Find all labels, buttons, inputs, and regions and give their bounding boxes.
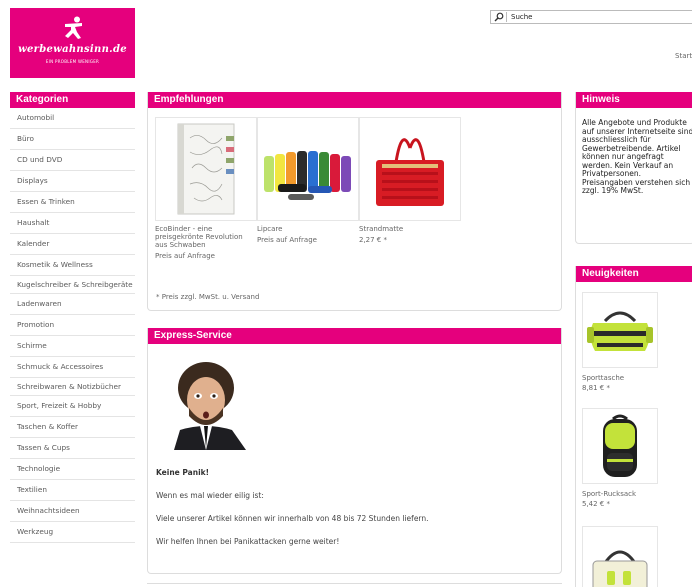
product-image[interactable]: [155, 117, 257, 221]
category-item[interactable]: Weihnachtsideen: [10, 501, 135, 522]
product-card[interactable]: EcoBinder - eine preisgekrönte Revolutio…: [155, 117, 257, 260]
category-item[interactable]: Schreibwaren & Notizbücher: [10, 378, 135, 396]
category-item[interactable]: Haushalt: [10, 213, 135, 234]
logo-figure-icon: [65, 16, 82, 39]
search-icon[interactable]: [494, 12, 504, 22]
product-card[interactable]: Lipcare Preis auf Anfrage: [257, 117, 359, 244]
product-price: Preis auf Anfrage: [155, 252, 215, 260]
search-divider: [506, 12, 507, 22]
express-title: Express-Service: [148, 328, 561, 344]
search-input[interactable]: [511, 12, 691, 22]
news-item-name[interactable]: Sport-Rucksack: [582, 490, 658, 498]
category-item[interactable]: CD und DVD: [10, 150, 135, 171]
start-link[interactable]: Start: [675, 52, 692, 60]
express-line: Wenn es mal wieder eilig ist:: [156, 491, 264, 500]
category-item[interactable]: Technologie: [10, 459, 135, 480]
category-item[interactable]: Kugelschreiber & Schreibgeräte: [10, 276, 135, 294]
category-item[interactable]: Kosmetik & Wellness: [10, 255, 135, 276]
category-item[interactable]: Automobil: [10, 108, 135, 129]
category-item[interactable]: Displays: [10, 171, 135, 192]
backpack-image: [603, 414, 637, 477]
category-list: Automobil Büro CD und DVD Displays Essen…: [10, 108, 135, 543]
product-price: 2,27 € *: [359, 236, 387, 244]
category-item[interactable]: Werkzeug: [10, 522, 135, 543]
express-text: Keine Panik! Wenn es mal wieder eilig is…: [156, 468, 429, 560]
category-item[interactable]: Promotion: [10, 315, 135, 336]
recommendations-title: Empfehlungen: [148, 92, 561, 108]
news-image[interactable]: [582, 408, 658, 484]
news-item[interactable]: [582, 526, 658, 587]
express-line: Wir helfen Ihnen bei Panikattacken gerne…: [156, 537, 340, 546]
category-item[interactable]: Taschen & Koffer: [10, 417, 135, 438]
product-name[interactable]: Strandmatte: [359, 225, 451, 233]
news-item-price: 5,42 € *: [582, 500, 610, 508]
category-item[interactable]: Tassen & Cups: [10, 438, 135, 459]
news-item-price: 8,81 € *: [582, 384, 610, 392]
hint-text: Alle Angebote und Produkte auf unserer I…: [582, 118, 692, 195]
product-price: Preis auf Anfrage: [257, 236, 317, 244]
news-panel: Neuigkeiten Sporttasche 8,81 € * Sport-R…: [575, 266, 692, 587]
search-box[interactable]: [490, 10, 692, 24]
category-item[interactable]: Schmuck & Accessoires: [10, 357, 135, 378]
news-item[interactable]: Sport-Rucksack 5,42 € *: [582, 408, 658, 508]
shoulderbag-image: [592, 550, 648, 587]
sidebar-title: Kategorien: [10, 92, 135, 108]
product-name[interactable]: EcoBinder - eine preisgekrönte Revolutio…: [155, 225, 247, 249]
category-item[interactable]: Schirme: [10, 336, 135, 357]
product-card[interactable]: Strandmatte 2,27 € *: [359, 117, 461, 244]
hint-title: Hinweis: [576, 92, 692, 108]
product-name[interactable]: Lipcare: [257, 225, 349, 233]
express-line: Viele unserer Artikel können wir innerha…: [156, 514, 429, 523]
category-sidebar: Kategorien Automobil Büro CD und DVD Dis…: [10, 92, 135, 543]
news-image[interactable]: [582, 292, 658, 368]
recommendations-panel: Empfehlungen EcoBinder - eine preisgekrö…: [147, 92, 562, 311]
panicked-man-image: [174, 362, 246, 450]
category-item[interactable]: Textilien: [10, 480, 135, 501]
logo-brand: werbewahnsinn.de: [18, 44, 127, 55]
site-logo[interactable]: werbewahnsinn.de EIN PROBLEM WENIGER: [10, 8, 135, 78]
news-title: Neuigkeiten: [576, 266, 692, 282]
binder-image: [177, 123, 235, 215]
news-item-name[interactable]: Sporttasche: [582, 374, 658, 382]
express-headline: Keine Panik!: [156, 468, 210, 477]
hint-panel: Hinweis Alle Angebote und Produkte auf u…: [575, 92, 692, 244]
sportbag-image: [587, 311, 653, 351]
product-image[interactable]: [359, 117, 461, 221]
beachmat-image: [376, 138, 444, 206]
lipcare-image: [264, 151, 351, 200]
category-item[interactable]: Essen & Trinken: [10, 192, 135, 213]
category-item[interactable]: Kalender: [10, 234, 135, 255]
price-note: * Preis zzgl. MwSt. u. Versand: [156, 293, 260, 301]
product-image[interactable]: [257, 117, 359, 221]
category-item[interactable]: Sport, Freizeit & Hobby: [10, 396, 135, 417]
category-item[interactable]: Büro: [10, 129, 135, 150]
news-item[interactable]: Sporttasche 8,81 € *: [582, 292, 658, 392]
news-image[interactable]: [582, 526, 658, 587]
express-panel: Express-Service Keine Panik! Wenn es mal…: [147, 328, 562, 574]
content-divider: [147, 583, 562, 584]
logo-tagline: EIN PROBLEM WENIGER: [45, 59, 100, 64]
category-item[interactable]: Ladenwaren: [10, 294, 135, 315]
